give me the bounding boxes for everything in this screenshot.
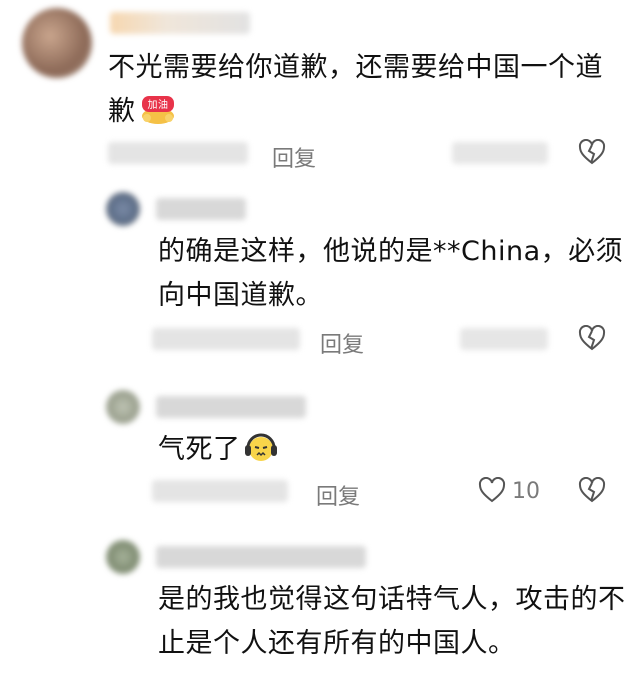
avatar[interactable]	[106, 390, 140, 424]
username-blurred[interactable]	[156, 198, 246, 220]
comment-text-line: 是的我也觉得这句话特气人，攻击的不	[158, 584, 626, 615]
dislike-icon[interactable]	[578, 324, 606, 355]
username-blurred[interactable]	[110, 12, 250, 34]
comment-text-line: 歉	[108, 96, 136, 127]
username-blurred[interactable]	[156, 546, 366, 568]
like-area-blurred[interactable]	[452, 142, 548, 164]
timestamp-blurred	[152, 328, 300, 350]
comment-text: 气死了	[158, 428, 279, 472]
comment-text: 是的我也觉得这句话特气人，攻击的不	[158, 578, 626, 622]
comment-text-line: 气死了	[158, 434, 241, 465]
comment-text-line: 止是个人还有所有的中国人。	[158, 628, 516, 659]
timestamp-blurred	[152, 480, 288, 502]
like-area-blurred[interactable]	[460, 328, 548, 350]
comment-text: 止是个人还有所有的中国人。	[158, 622, 516, 666]
dislike-icon[interactable]	[578, 476, 606, 507]
comment-text-line: 向中国道歉。	[158, 280, 323, 311]
timestamp-blurred	[108, 142, 248, 164]
avatar[interactable]	[106, 192, 140, 226]
reply-button[interactable]: 回复	[272, 141, 316, 173]
reply-button[interactable]: 回复	[320, 327, 364, 359]
username-blurred[interactable]	[156, 396, 306, 418]
comment-text-line: 不光需要给你道歉，还需要给中国一个道	[108, 52, 603, 83]
comment-text: 的确是这样，他说的是**China，必须	[158, 230, 623, 274]
dislike-icon[interactable]	[578, 138, 606, 169]
comment-text-line: 的确是这样，他说的是**China，必须	[158, 236, 624, 267]
reply-button[interactable]: 回复	[316, 479, 360, 511]
avatar[interactable]	[22, 8, 92, 78]
comment-text: 歉 加油	[108, 90, 178, 134]
jiayou-emoji-icon: 加油	[138, 94, 178, 124]
avatar[interactable]	[106, 540, 140, 574]
comment-text: 不光需要给你道歉，还需要给中国一个道	[108, 46, 603, 90]
like-count: 10	[512, 479, 540, 504]
svg-text:加油: 加油	[147, 98, 168, 111]
headphones-face-emoji-icon	[243, 428, 279, 464]
comment-text: 向中国道歉。	[158, 274, 323, 318]
like-icon[interactable]	[478, 476, 506, 507]
